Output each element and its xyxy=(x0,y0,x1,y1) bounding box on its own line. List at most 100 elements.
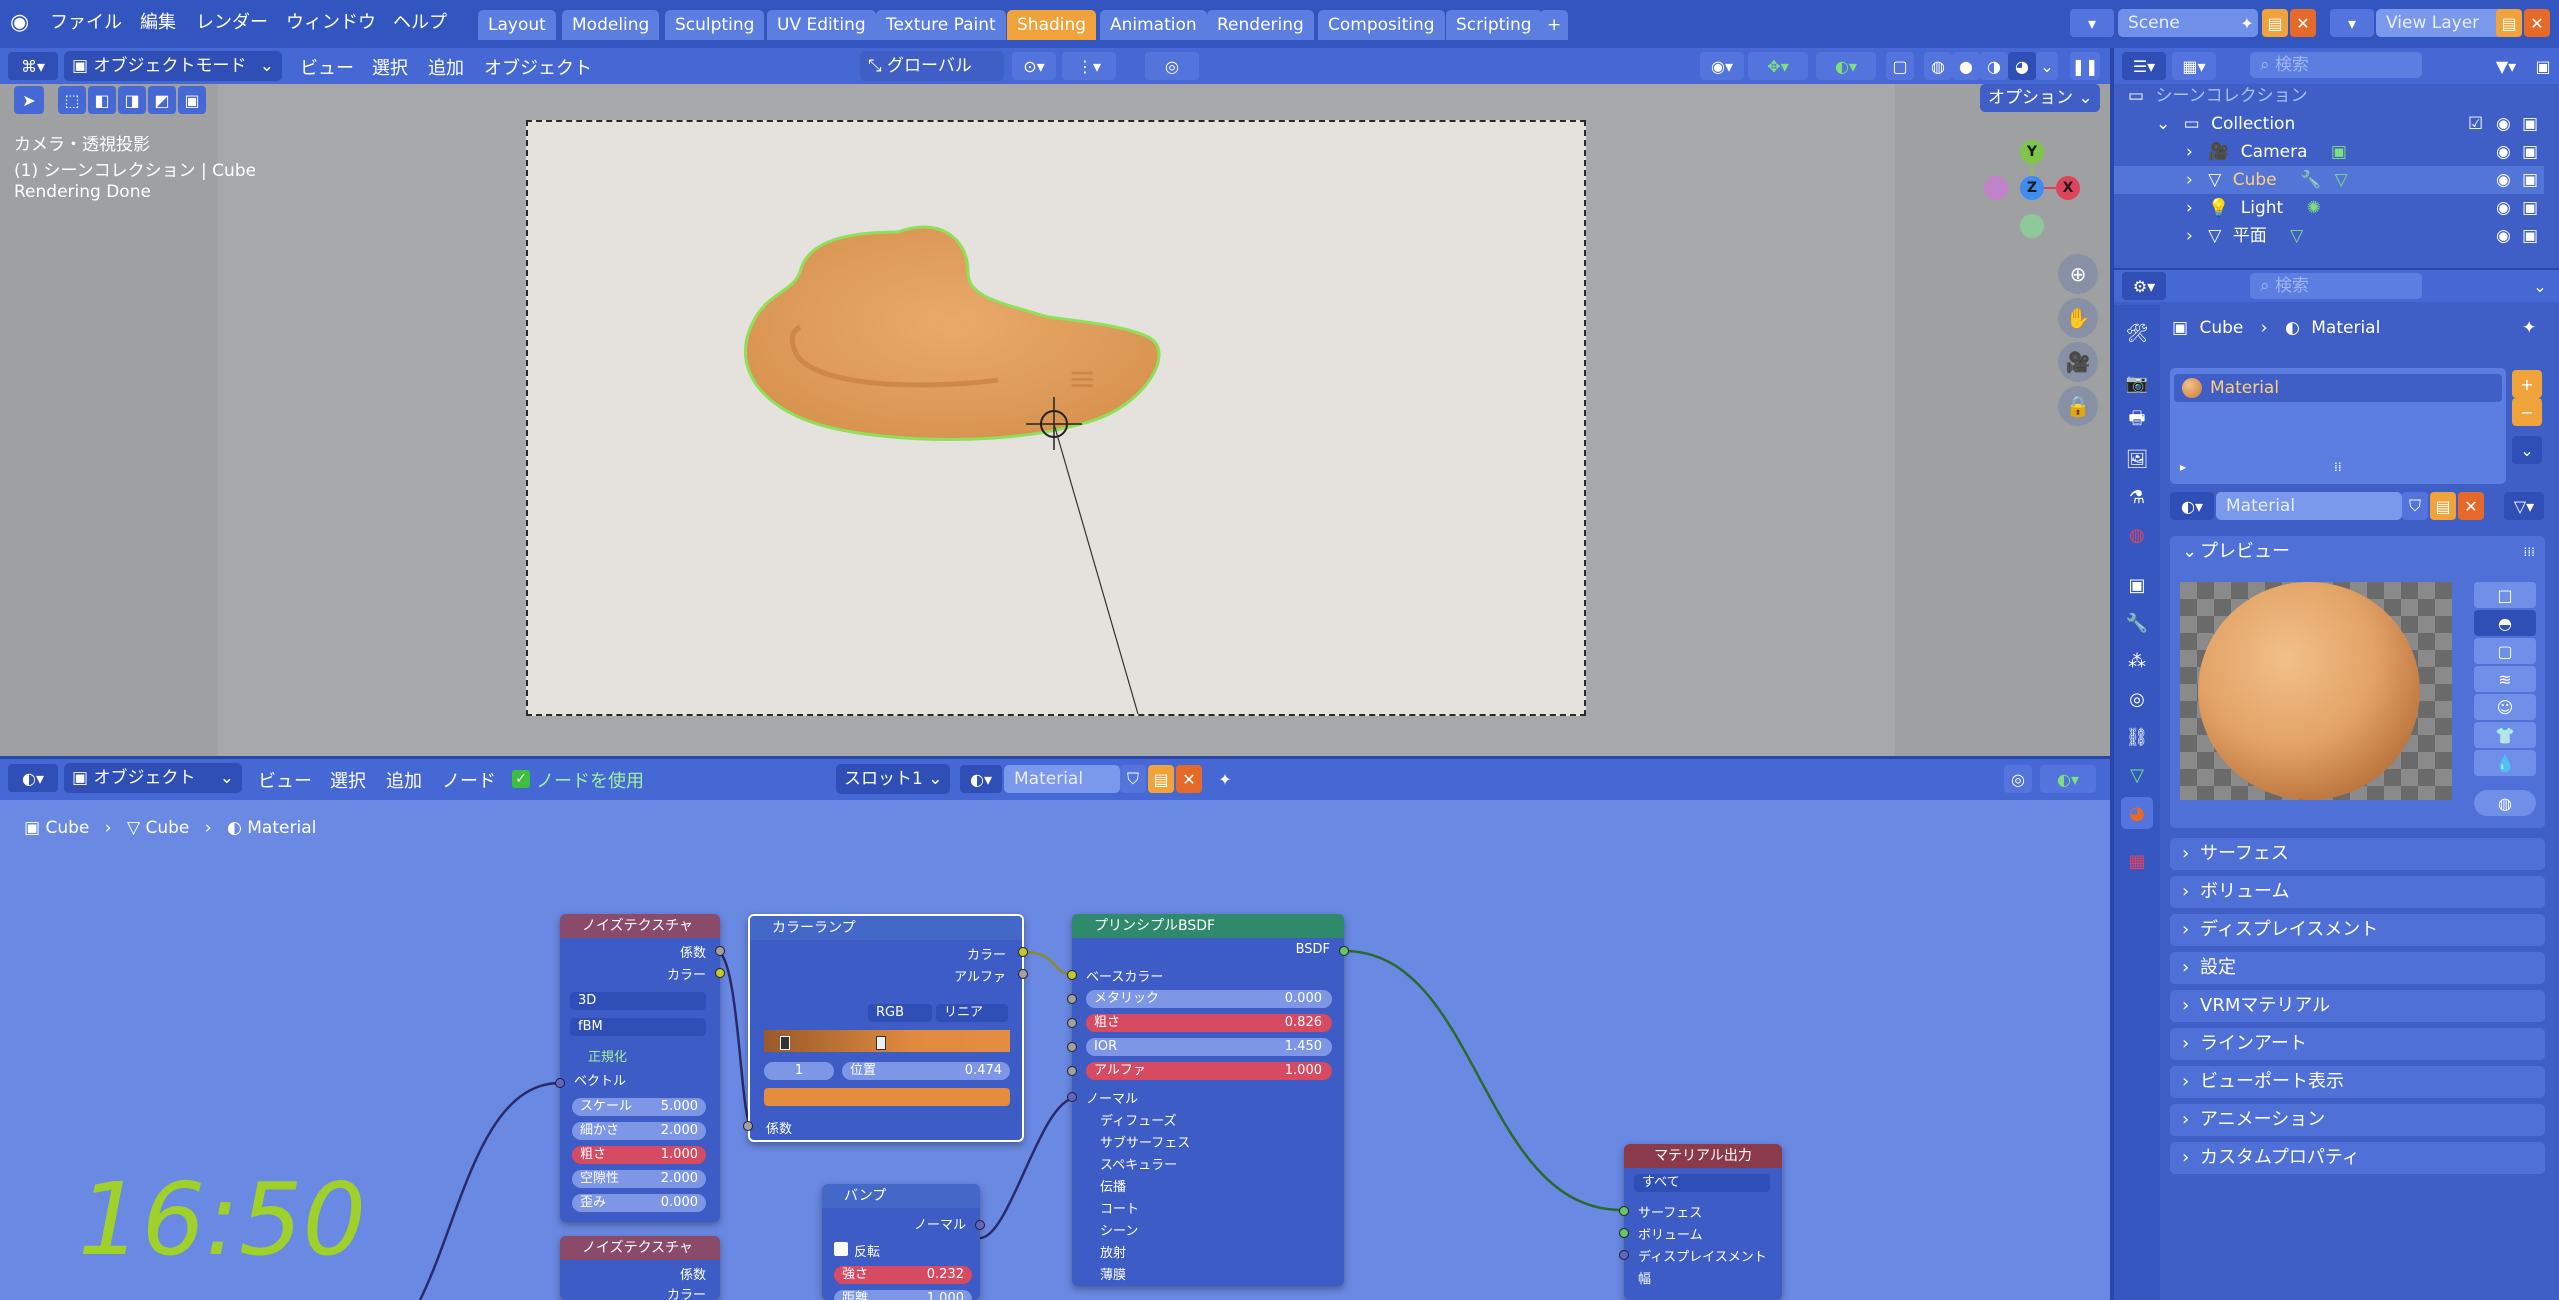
props-material-field[interactable]: Material xyxy=(2216,492,2402,520)
ne-menu-view[interactable]: ビュー xyxy=(258,767,312,793)
preview-fluid-icon[interactable]: 💧 xyxy=(2474,750,2536,776)
ramp-position-field[interactable]: 位置 0.474 xyxy=(842,1062,1010,1080)
socket[interactable] xyxy=(743,1121,753,1131)
pin-icon[interactable]: ✦ xyxy=(2236,11,2258,35)
new-scene-button[interactable]: ▤ xyxy=(2262,9,2288,37)
render-camera-icon[interactable]: ▣ xyxy=(2522,166,2538,194)
outliner-item-light[interactable]: › 💡 Light ✺ ◉ ▣ xyxy=(2114,194,2544,222)
tab-scripting[interactable]: Scripting xyxy=(1446,10,1542,40)
select-box-icon[interactable]: ⬚ xyxy=(58,86,86,114)
bsdf-section-coat[interactable]: コート xyxy=(1100,1198,1139,1217)
menu-file[interactable]: ファイル xyxy=(50,8,122,34)
object-mode-dropdown[interactable]: ▣ オブジェクトモード ⌄ xyxy=(64,51,282,81)
xray-icon[interactable]: ▢ xyxy=(1886,52,1914,80)
modifier-tab-icon[interactable]: 🔧 xyxy=(2121,607,2153,639)
viewport-options-dropdown[interactable]: オプション ⌄ xyxy=(1980,84,2100,112)
socket[interactable] xyxy=(1018,947,1028,957)
node-header[interactable]: ノイズテクスチャ xyxy=(560,914,720,938)
socket[interactable] xyxy=(1619,1206,1629,1216)
visibility-eye-icon[interactable]: ◉ xyxy=(2496,222,2511,250)
ne-object-dropdown[interactable]: ▣ オブジェクト ⌄ xyxy=(64,763,242,793)
ne-new-material-button[interactable]: ▤ xyxy=(1148,765,1174,793)
material-browse-icon[interactable]: ◐▾ xyxy=(960,765,1002,793)
ne-material-field[interactable]: Material xyxy=(1004,765,1120,793)
list-resize-handle[interactable]: ⁞⁞ xyxy=(2334,460,2342,474)
zoom-icon[interactable]: ⊕ xyxy=(2058,254,2098,294)
render-camera-icon[interactable]: ▣ xyxy=(2522,110,2538,138)
fake-user-icon[interactable]: ⛉ xyxy=(1120,765,1146,793)
filter-icon[interactable]: ▼▾ xyxy=(2484,52,2528,80)
select-intersect-icon[interactable]: ▣ xyxy=(178,86,206,114)
select-tool-icon[interactable]: ➤ xyxy=(14,86,44,114)
use-nodes-checkbox[interactable]: ✓ xyxy=(512,770,530,788)
tab-shading[interactable]: Shading xyxy=(1007,10,1097,40)
panel-vrm-material[interactable]: › VRMマテリアル xyxy=(2170,990,2545,1022)
gizmo-z-axis[interactable]: Z xyxy=(2020,176,2044,200)
ramp-color-swatch[interactable] xyxy=(764,1088,1010,1106)
overlay-toggle-icon[interactable]: ◐▾ xyxy=(1816,52,1876,80)
material-specials-icon[interactable]: ⌄ xyxy=(2512,436,2542,464)
ne-editor-type-icon[interactable]: ◐▾ xyxy=(8,764,58,792)
viewport-visibility-icon[interactable]: ◉▾ xyxy=(1700,52,1744,80)
material-slot-list[interactable]: Material ▸ ⁞⁞ xyxy=(2170,368,2506,484)
menu-render[interactable]: レンダー xyxy=(196,8,268,34)
bsdf-metallic-field[interactable]: メタリック 0.000 xyxy=(1086,990,1332,1008)
output-target-dropdown[interactable]: すべて xyxy=(1634,1174,1770,1192)
noise-texture-node-1[interactable]: ノイズテクスチャ 係数 カラー 3D fBM 正規化 ベクトル スケール 5.00… xyxy=(560,914,720,1222)
material-slot-item[interactable]: Material xyxy=(2174,374,2502,402)
props-new-material-button[interactable]: ▤ xyxy=(2430,492,2456,520)
ne-snap-icon[interactable]: ◎ xyxy=(2004,765,2032,793)
vp-menu-add[interactable]: 追加 xyxy=(428,54,464,80)
props-options-icon[interactable]: ⌄ xyxy=(2526,272,2554,300)
scene-browse-icon[interactable]: ▾ xyxy=(2070,9,2114,37)
props-pin-icon[interactable]: ✦ xyxy=(2522,318,2536,338)
bump-strength-field[interactable]: 強さ 0.232 xyxy=(834,1266,972,1284)
material-output-node[interactable]: マテリアル出力 すべて サーフェス ボリューム ディスプレイスメント 幅 xyxy=(1624,1144,1782,1300)
area-divider[interactable] xyxy=(0,756,2110,759)
ne-pin-icon[interactable]: ✦ xyxy=(1212,765,1238,793)
normalize-checkbox-label[interactable]: 正規化 xyxy=(588,1046,627,1065)
panel-viewport-display[interactable]: › ビューポート表示 xyxy=(2170,1066,2545,1098)
visibility-eye-icon[interactable]: ◉ xyxy=(2496,166,2511,194)
bsdf-section-diffuse[interactable]: ディフューズ xyxy=(1100,1110,1176,1129)
list-expand-icon[interactable]: ▸ xyxy=(2180,460,2186,474)
ramp-stop-index-field[interactable]: 1 xyxy=(764,1062,834,1080)
bsdf-ior-field[interactable]: IOR 1.450 xyxy=(1086,1038,1332,1056)
vp-menu-view[interactable]: ビュー xyxy=(300,54,354,80)
principled-bsdf-node[interactable]: プリンシプルBSDF BSDF ベースカラー メタリック 0.000 粗さ 0.82… xyxy=(1072,914,1344,1286)
noise-texture-node-2[interactable]: ノイズテクスチャ 係数 カラー xyxy=(560,1236,720,1300)
delete-scene-button[interactable]: ✕ xyxy=(2290,9,2316,37)
gizmo-neg-x[interactable] xyxy=(1984,176,2008,200)
scene-tab-icon[interactable]: ⚗ xyxy=(2121,481,2153,513)
slot-dropdown[interactable]: スロット1 ⌄ xyxy=(836,764,950,794)
menu-help[interactable]: ヘルプ xyxy=(393,8,447,34)
preview-cube-icon[interactable]: ▢ xyxy=(2474,638,2536,664)
lock-camera-icon[interactable]: 🔒 xyxy=(2058,386,2098,426)
noise-distortion-field[interactable]: 歪み 0.000 xyxy=(572,1194,706,1212)
preview-world-icon[interactable]: ◍ xyxy=(2474,790,2536,816)
shading-solid-icon[interactable]: ● xyxy=(1952,52,1980,80)
preview-monkey-icon[interactable]: ☺ xyxy=(2474,694,2536,720)
visibility-eye-icon[interactable]: ◉ xyxy=(2496,194,2511,222)
add-workspace-button[interactable]: + xyxy=(1540,10,1569,40)
object-tab-icon[interactable]: ▣ xyxy=(2121,569,2153,601)
node-header[interactable]: ノイズテクスチャ xyxy=(560,1236,720,1260)
ne-overlay-icon[interactable]: ◐▾ xyxy=(2040,765,2096,793)
outliner-collection[interactable]: ⌄ ▭ Collection ☑ ◉ ▣ xyxy=(2114,110,2544,138)
new-view-layer-button[interactable]: ▤ xyxy=(2496,9,2522,37)
socket[interactable] xyxy=(1067,1042,1077,1052)
gizmo-x-axis[interactable]: X xyxy=(2056,176,2080,200)
gizmo-neg-y[interactable] xyxy=(2020,214,2044,238)
ramp-stop-handle[interactable] xyxy=(780,1036,790,1050)
props-node-tree-icon[interactable]: ▽▾ xyxy=(2504,492,2544,520)
select-subtract-icon[interactable]: ◨ xyxy=(118,86,146,114)
editor-type-icon[interactable]: ⌘▾ xyxy=(8,52,58,80)
viewport-3d[interactable]: ➤ ⬚ ◧ ◨ ◩ ▣ ≡ カメラ・透視投影 (1) シーンコレクション | C… xyxy=(0,84,2110,756)
view-layer-tab-icon[interactable]: 🖼 xyxy=(2121,443,2153,475)
panel-preview[interactable]: ⌄ プレビュー ⁞⁞⁞ xyxy=(2170,536,2545,568)
socket[interactable] xyxy=(1339,946,1349,956)
socket[interactable] xyxy=(1067,970,1077,980)
pivot-icon[interactable]: ⊙▾ xyxy=(1012,52,1056,80)
props-unlink-material-button[interactable]: ✕ xyxy=(2458,492,2484,520)
noise-scale-field[interactable]: スケール 5.000 xyxy=(572,1098,706,1116)
